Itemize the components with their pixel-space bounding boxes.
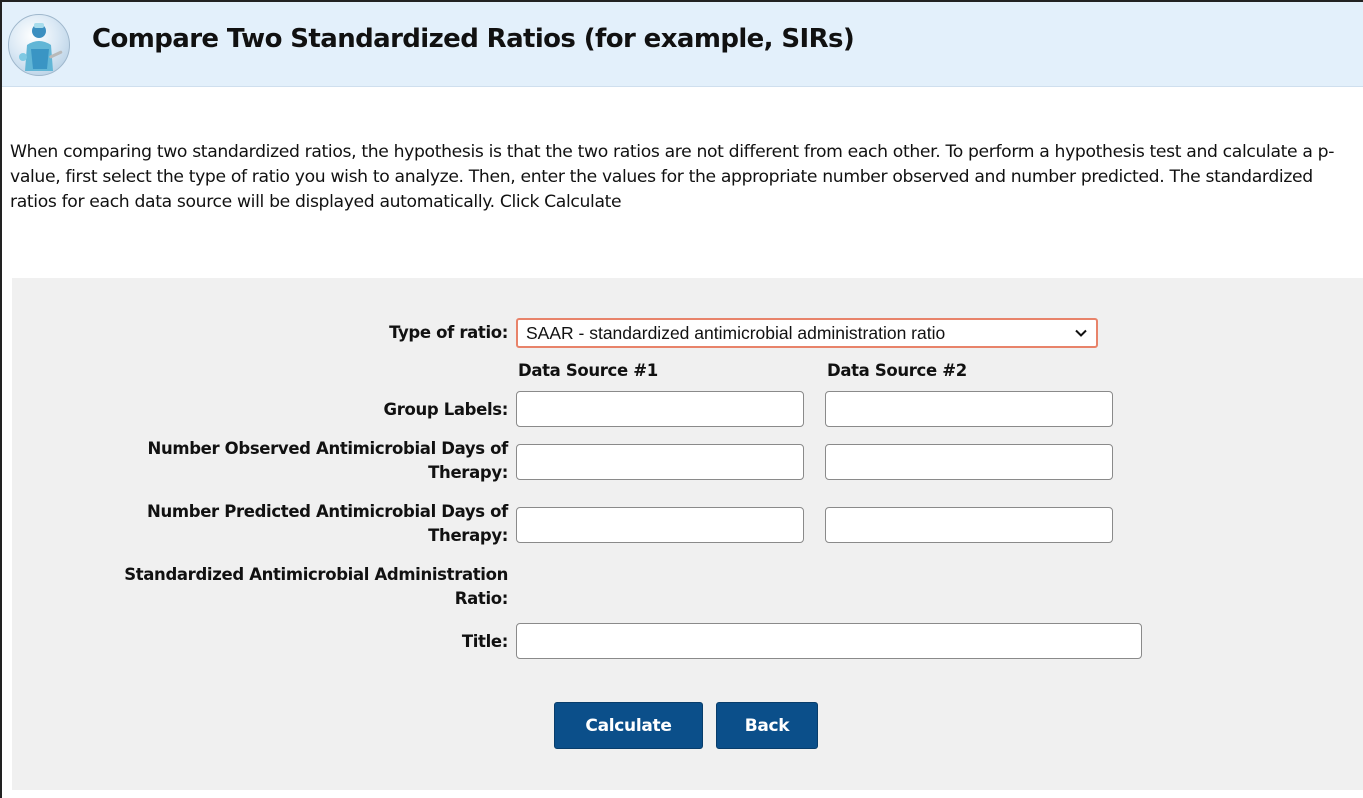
clinician-logo-icon [8, 14, 70, 76]
calculate-button[interactable]: Calculate [554, 702, 703, 749]
chevron-down-icon [1075, 329, 1087, 337]
data-source-2-header: Data Source #2 [827, 361, 967, 380]
observed-days-label-line1: Number Observed Antimicrobial Days of [147, 439, 509, 458]
predicted-days-label-line1: Number Predicted Antimicrobial Days of [147, 502, 508, 521]
title-input[interactable] [516, 623, 1142, 659]
standardized-ratio-label-line1: Standardized Antimicrobial Administratio… [124, 565, 508, 584]
predicted-2-input[interactable] [825, 507, 1113, 543]
ratio-type-label: Type of ratio: [389, 323, 508, 342]
instructions-text: When comparing two standardized ratios, … [10, 142, 1335, 212]
title-label: Title: [461, 632, 509, 651]
group-labels-label: Group Labels: [383, 400, 509, 419]
predicted-days-label: Number Predicted Antimicrobial Days of T… [147, 500, 508, 548]
observed-1-input[interactable] [516, 444, 804, 480]
group-label-1-input[interactable] [516, 391, 804, 427]
back-button[interactable]: Back [716, 702, 818, 749]
observed-2-input[interactable] [825, 444, 1113, 480]
predicted-1-input[interactable] [516, 507, 804, 543]
page-header: Compare Two Standardized Ratios (for exa… [2, 2, 1363, 87]
observed-days-label-line2: Therapy: [428, 463, 508, 482]
standardized-ratio-label: Standardized Antimicrobial Administratio… [124, 563, 508, 611]
window-border-left [0, 0, 2, 798]
ratio-type-selected-value: SAAR - standardized antimicrobial admini… [526, 323, 946, 343]
observed-days-label: Number Observed Antimicrobial Days of Th… [148, 437, 509, 485]
data-source-1-header: Data Source #1 [518, 361, 658, 380]
page-title: Compare Two Standardized Ratios (for exa… [92, 24, 855, 54]
ratio-type-select[interactable]: SAAR - standardized antimicrobial admini… [516, 318, 1098, 348]
group-label-2-input[interactable] [825, 391, 1113, 427]
predicted-days-label-line2: Therapy: [428, 526, 508, 545]
standardized-ratio-label-line2: Ratio: [454, 589, 509, 608]
